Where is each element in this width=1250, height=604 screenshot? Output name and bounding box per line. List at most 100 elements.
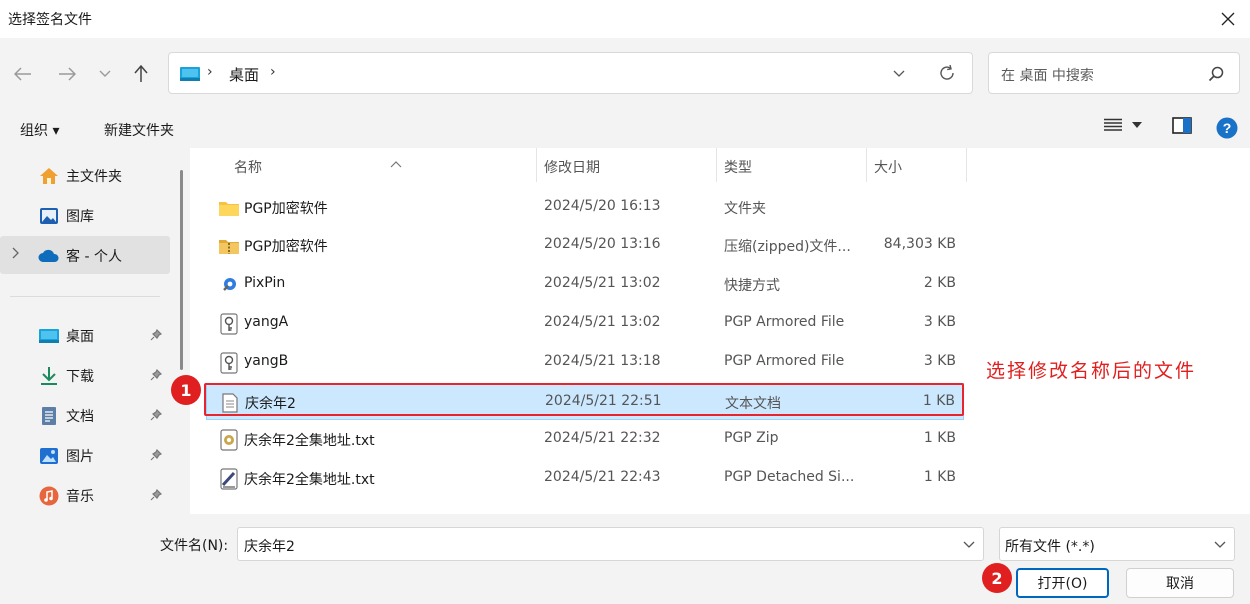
pin-icon (150, 368, 163, 385)
sidebar-item-label: 图片 (66, 449, 94, 465)
filename-label: 文件名(N): (160, 538, 229, 554)
column-separator[interactable] (966, 148, 967, 182)
pin-icon (150, 408, 163, 425)
sidebar-item-label: 下载 (66, 369, 94, 385)
forward-button[interactable] (55, 62, 79, 86)
column-header-date[interactable]: 修改日期 (537, 148, 715, 182)
cloud-icon (38, 246, 60, 266)
desktop-icon (180, 67, 200, 81)
arrow-left-icon (14, 67, 31, 81)
file-type-filter[interactable]: 所有文件 (*.*) (999, 527, 1235, 561)
chevron-down-icon (99, 70, 111, 77)
pgp-key-icon (218, 352, 240, 374)
address-bar[interactable]: › 桌面 › (168, 52, 973, 94)
sidebar-item-label: 桌面 (66, 329, 94, 345)
caret-down-icon (1132, 122, 1142, 128)
column-header-size[interactable]: 大小 (867, 148, 965, 182)
annotation-highlight-box (204, 383, 964, 416)
shortcut-icon (218, 275, 240, 295)
home-icon (38, 166, 60, 186)
arrow-right-icon (59, 67, 76, 81)
column-header-name[interactable]: 名称 (206, 148, 536, 182)
filename-input[interactable]: 庆余年2 (237, 527, 984, 561)
sidebar-divider (10, 296, 160, 297)
sidebar-item-gallery[interactable]: 图库 (0, 196, 170, 234)
command-bar: 组织 ▾ 新建文件夹 ? (0, 108, 1250, 148)
list-item[interactable]: PixPin 2024/5/21 13:02 快捷方式 2 KB (206, 266, 964, 303)
desktop-icon (38, 326, 60, 346)
preview-pane-icon (1172, 117, 1192, 134)
view-options-button[interactable] (1104, 118, 1142, 132)
sidebar-item-desktop[interactable]: 桌面 (0, 316, 170, 354)
pgp-key-icon (218, 313, 240, 335)
sidebar-item-label: 文档 (66, 409, 94, 425)
sidebar-item-label: 音乐 (66, 489, 94, 505)
refresh-icon (940, 64, 954, 80)
svg-text:?: ? (1223, 120, 1232, 136)
arrow-up-icon (134, 65, 148, 82)
pictures-icon (38, 446, 60, 466)
help-icon: ? (1216, 117, 1238, 139)
search-icon (1208, 66, 1224, 82)
breadcrumb-desktop[interactable]: 桌面 (229, 64, 259, 85)
close-button[interactable] (1206, 0, 1250, 38)
list-item[interactable]: yangB 2024/5/21 13:18 PGP Armored File 3… (206, 344, 964, 381)
open-button[interactable]: 打开(O) (1016, 568, 1109, 598)
breadcrumb-separator[interactable]: › (270, 64, 276, 80)
list-view-icon (1104, 118, 1122, 131)
search-box[interactable]: 在 桌面 中搜索 (988, 52, 1240, 94)
pin-icon (150, 488, 163, 505)
cancel-button[interactable]: 取消 (1126, 568, 1234, 598)
column-header-type[interactable]: 类型 (717, 148, 865, 182)
chevron-down-icon (1214, 541, 1226, 548)
window-title: 选择签名文件 (8, 12, 92, 28)
pin-icon (150, 328, 163, 345)
new-folder-button[interactable]: 新建文件夹 (104, 120, 174, 140)
navigation-row: › 桌面 › 在 桌面 中搜索 (0, 38, 1250, 108)
sidebar-item-onedrive[interactable]: 客 - 个人 (0, 236, 170, 274)
list-item[interactable]: PGP加密软件 2024/5/20 13:16 压缩(zipped)文件... … (206, 227, 964, 264)
list-item[interactable]: PGP加密软件 2024/5/20 16:13 文件夹 (206, 189, 964, 226)
annotation-note: 选择修改名称后的文件 (986, 360, 1197, 382)
pin-icon (150, 448, 163, 465)
sidebar-item-documents[interactable]: 文档 (0, 396, 170, 434)
list-item[interactable]: yangA 2024/5/21 13:02 PGP Armored File 3… (206, 305, 964, 342)
annotation-step-1: 1 (171, 375, 201, 405)
pgp-zip-icon (218, 429, 240, 451)
sidebar-item-label: 主文件夹 (66, 169, 122, 185)
dialog-footer: 文件名(N): 庆余年2 所有文件 (*.*) 2 打开(O) 取消 (0, 514, 1250, 604)
title-bar: 选择签名文件 (0, 0, 1250, 38)
close-icon (1221, 12, 1235, 26)
folder-icon (218, 198, 240, 218)
gallery-icon (38, 206, 60, 226)
chevron-down-icon (893, 70, 905, 77)
sidebar-item-music[interactable]: 音乐 (0, 476, 170, 514)
sidebar-item-home[interactable]: 主文件夹 (0, 156, 170, 194)
sidebar-item-label: 客 - 个人 (66, 249, 122, 265)
back-button[interactable] (11, 62, 35, 86)
chevron-down-icon (963, 541, 975, 548)
download-icon (38, 366, 60, 386)
zip-folder-icon (218, 236, 240, 256)
sidebar-item-pictures[interactable]: 图片 (0, 436, 170, 474)
recent-locations-button[interactable] (93, 62, 117, 86)
search-placeholder: 在 桌面 中搜索 (1001, 68, 1094, 84)
sidebar-scrollbar[interactable] (180, 170, 183, 370)
pgp-signature-icon (218, 468, 240, 490)
help-button[interactable]: ? (1216, 117, 1238, 139)
document-icon (38, 406, 60, 426)
file-type-value: 所有文件 (*.*) (1005, 539, 1095, 555)
up-button[interactable] (129, 62, 153, 86)
sidebar-item-label: 图库 (66, 209, 94, 225)
sidebar-item-downloads[interactable]: 下载 (0, 356, 170, 394)
list-item[interactable]: 庆余年2全集地址.txt 2024/5/21 22:32 PGP Zip 1 K… (206, 421, 964, 458)
breadcrumb-separator: › (207, 64, 213, 80)
list-item[interactable]: 庆余年2全集地址.txt 2024/5/21 22:43 PGP Detache… (206, 460, 964, 497)
annotation-step-2: 2 (982, 563, 1012, 593)
preview-pane-button[interactable] (1172, 117, 1192, 134)
file-list: 名称 修改日期 类型 大小 PGP加密软件 2024/5/20 16:13 文件… (190, 148, 1250, 514)
chevron-right-icon[interactable] (12, 247, 20, 262)
music-icon (38, 486, 60, 506)
organize-menu[interactable]: 组织 ▾ (20, 120, 59, 140)
filename-value: 庆余年2 (244, 539, 295, 555)
